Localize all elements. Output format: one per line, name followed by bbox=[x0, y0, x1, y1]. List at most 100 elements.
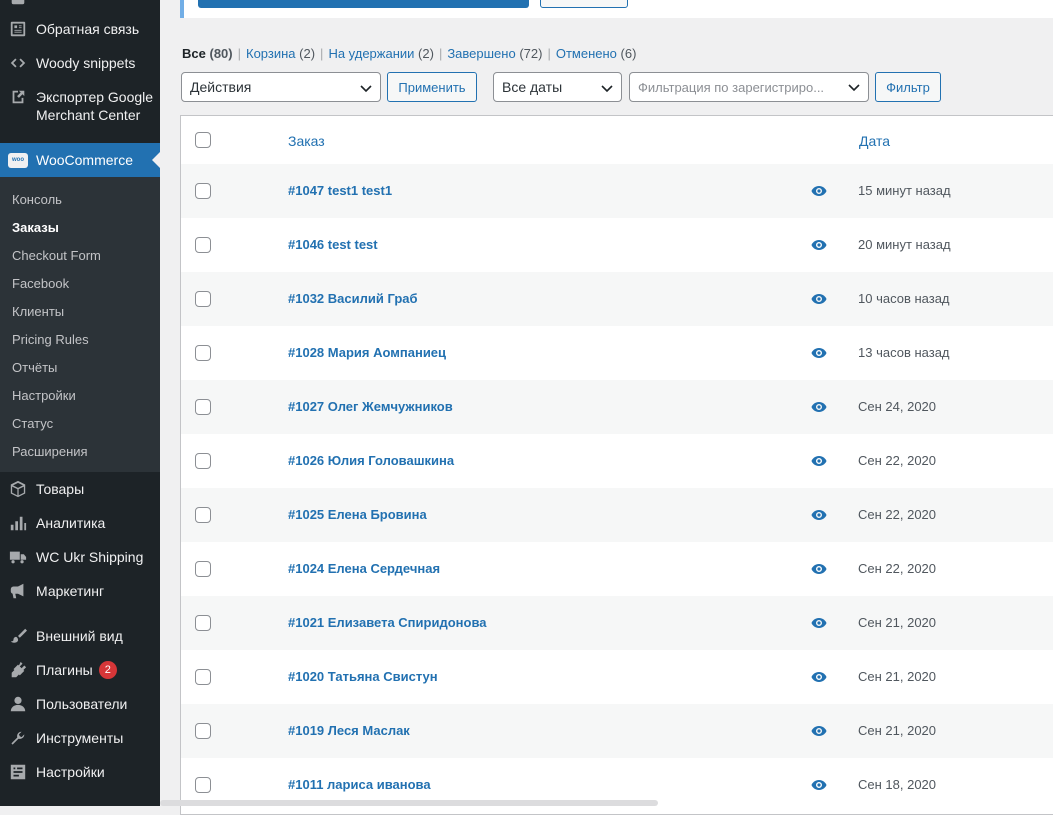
separator: | bbox=[438, 46, 443, 61]
order-date: 13 часов назад bbox=[858, 345, 950, 360]
filter-all[interactable]: Все (80) bbox=[182, 46, 233, 61]
table-row: #1046 test test 20 минут назад bbox=[181, 218, 1053, 272]
filter-completed[interactable]: Завершено (72) bbox=[447, 46, 542, 61]
menu-item-marketing[interactable]: Маркетинг bbox=[0, 582, 160, 600]
row-checkbox[interactable] bbox=[195, 561, 211, 577]
wrench-icon bbox=[9, 729, 27, 747]
submenu-item-checkout-form[interactable]: Checkout Form bbox=[12, 248, 101, 264]
preview-eye-icon[interactable] bbox=[811, 563, 827, 575]
filter-done-count: (72) bbox=[519, 46, 543, 61]
menu-label: Woody snippets bbox=[36, 55, 136, 71]
notice-primary-button[interactable] bbox=[198, 0, 529, 8]
user-icon bbox=[9, 695, 27, 713]
apply-button[interactable]: Применить bbox=[387, 72, 477, 102]
order-date: 15 минут назад bbox=[858, 183, 951, 198]
row-checkbox[interactable] bbox=[195, 399, 211, 415]
filter-cart[interactable]: Корзина (2) bbox=[246, 46, 315, 61]
row-checkbox[interactable] bbox=[195, 183, 211, 199]
menu-label: Аналитика bbox=[36, 515, 106, 531]
submenu-item-pricing-rules[interactable]: Pricing Rules bbox=[12, 332, 89, 348]
order-link[interactable]: #1032 Василий Граб bbox=[288, 291, 418, 306]
chevron-down-icon bbox=[601, 81, 613, 93]
submenu-item-settings[interactable]: Настройки bbox=[12, 388, 76, 404]
menu-label: Инструменты bbox=[36, 730, 124, 746]
filter-on-hold[interactable]: На удержании (2) bbox=[328, 46, 434, 61]
order-link[interactable]: #1025 Елена Бровина bbox=[288, 507, 427, 522]
preview-eye-icon[interactable] bbox=[811, 239, 827, 251]
menu-item-feedback[interactable]: Обратная связь bbox=[0, 20, 160, 38]
row-checkbox[interactable] bbox=[195, 615, 211, 631]
row-checkbox[interactable] bbox=[195, 291, 211, 307]
order-link[interactable]: #1027 Олег Жемчужников bbox=[288, 399, 453, 414]
preview-eye-icon[interactable] bbox=[811, 617, 827, 629]
order-link[interactable]: #1019 Леся Маслак bbox=[288, 723, 410, 738]
woocommerce-icon: woo bbox=[8, 152, 28, 168]
preview-eye-icon[interactable] bbox=[811, 671, 827, 683]
preview-eye-icon[interactable] bbox=[811, 293, 827, 305]
bulk-actions-select[interactable]: Действия bbox=[181, 72, 381, 102]
menu-item-woody-snippets[interactable]: Woody snippets bbox=[0, 54, 160, 72]
horizontal-scrollbar[interactable] bbox=[160, 800, 658, 806]
order-link[interactable]: #1046 test test bbox=[288, 237, 378, 252]
filter-button[interactable]: Фильтр bbox=[875, 72, 941, 102]
order-link[interactable]: #1026 Юлия Головашкина bbox=[288, 453, 454, 468]
menu-item-tools[interactable]: Инструменты bbox=[0, 729, 160, 747]
table-row: #1026 Юлия Головашкина Сен 22, 2020 bbox=[181, 434, 1053, 488]
menu-label: Товары bbox=[36, 481, 85, 497]
submenu-item-console[interactable]: Консоль bbox=[12, 192, 62, 208]
menu-item-analytics[interactable]: Аналитика bbox=[0, 514, 160, 532]
menu-item-partial[interactable] bbox=[0, 0, 160, 7]
date-filter-value: Все даты bbox=[502, 79, 563, 95]
order-link[interactable]: #1024 Елена Сердечная bbox=[288, 561, 440, 576]
submenu-item-customers[interactable]: Клиенты bbox=[12, 304, 64, 320]
preview-eye-icon[interactable] bbox=[811, 185, 827, 197]
submenu-item-extensions[interactable]: Расширения bbox=[12, 444, 88, 460]
order-link[interactable]: #1028 Мария Аомпаниец bbox=[288, 345, 446, 360]
preview-eye-icon[interactable] bbox=[811, 401, 827, 413]
menu-item-wc-ukr-shipping[interactable]: WC Ukr Shipping bbox=[0, 548, 160, 566]
preview-eye-icon[interactable] bbox=[811, 509, 827, 521]
table-row: #1032 Василий Граб 10 часов назад bbox=[181, 272, 1053, 326]
column-date[interactable]: Дата bbox=[859, 133, 890, 149]
column-order[interactable]: Заказ bbox=[288, 133, 325, 149]
preview-eye-icon[interactable] bbox=[811, 779, 827, 791]
order-link[interactable]: #1021 Елизавета Спиридонова bbox=[288, 615, 487, 630]
menu-item-products[interactable]: Товары bbox=[0, 480, 160, 498]
row-checkbox[interactable] bbox=[195, 453, 211, 469]
preview-eye-icon[interactable] bbox=[811, 725, 827, 737]
menu-item-woocommerce[interactable]: woo WooCommerce bbox=[0, 143, 160, 177]
order-link[interactable]: #1020 Татьяна Свистун bbox=[288, 669, 438, 684]
customer-filter-select[interactable]: Фильтрация по зарегистриро... bbox=[629, 72, 869, 102]
row-checkbox[interactable] bbox=[195, 723, 211, 739]
menu-item-settings[interactable]: Настройки bbox=[0, 763, 160, 781]
submenu-item-reports[interactable]: Отчёты bbox=[12, 360, 57, 376]
filter-hold-label: На удержании bbox=[328, 46, 415, 61]
row-checkbox[interactable] bbox=[195, 507, 211, 523]
date-filter-select[interactable]: Все даты bbox=[493, 72, 622, 102]
preview-eye-icon[interactable] bbox=[811, 347, 827, 359]
table-row: #1028 Мария Аомпаниец 13 часов назад bbox=[181, 326, 1053, 380]
submenu-item-facebook[interactable]: Facebook bbox=[12, 276, 69, 292]
submenu-item-orders[interactable]: Заказы bbox=[12, 220, 59, 236]
current-menu-arrow bbox=[152, 152, 160, 168]
order-link[interactable]: #1011 лариса иванова bbox=[288, 777, 431, 792]
order-link[interactable]: #1047 test1 test1 bbox=[288, 183, 392, 198]
order-date: Сен 22, 2020 bbox=[858, 561, 937, 576]
order-date: Сен 21, 2020 bbox=[858, 669, 937, 684]
submenu-item-status[interactable]: Статус bbox=[12, 416, 53, 432]
row-checkbox[interactable] bbox=[195, 345, 211, 361]
menu-item-google-merchant[interactable]: Экспортер Google Merchant Center bbox=[0, 88, 160, 124]
menu-item-appearance[interactable]: Внешний вид bbox=[0, 627, 160, 645]
menu-item-plugins[interactable]: Плагины 2 bbox=[0, 661, 160, 679]
bulk-actions-value: Действия bbox=[190, 79, 252, 95]
row-checkbox[interactable] bbox=[195, 669, 211, 685]
menu-label: Плагины bbox=[36, 662, 93, 678]
select-all-checkbox[interactable] bbox=[195, 132, 211, 148]
notice-secondary-button[interactable] bbox=[540, 0, 628, 8]
filter-cart-count: (2) bbox=[299, 46, 316, 61]
row-checkbox[interactable] bbox=[195, 237, 211, 253]
filter-cancelled[interactable]: Отменено (6) bbox=[556, 46, 637, 61]
row-checkbox[interactable] bbox=[195, 777, 211, 793]
preview-eye-icon[interactable] bbox=[811, 455, 827, 467]
menu-item-users[interactable]: Пользователи bbox=[0, 695, 160, 713]
